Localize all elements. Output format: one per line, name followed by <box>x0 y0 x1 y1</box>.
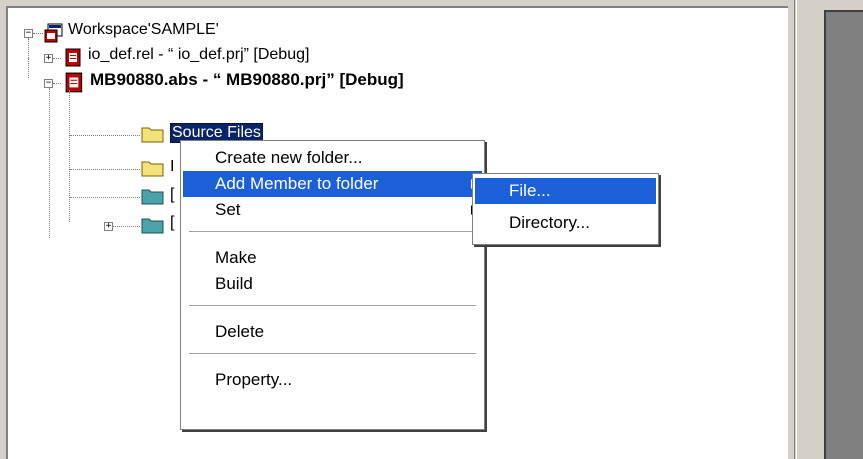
workspace-icon <box>44 23 63 43</box>
menu-separator <box>189 305 476 306</box>
project-mb90880-label[interactable]: MB90880.abs - “ MB90880.prj” [Debug] <box>90 70 404 90</box>
workspace-label[interactable]: Workspace'SAMPLE' <box>68 21 219 39</box>
submenu: File... Directory... <box>472 173 659 245</box>
folder-icon <box>141 189 164 205</box>
menu-item-build[interactable]: Build <box>183 271 482 297</box>
menu-separator <box>189 231 476 232</box>
expand-toggle[interactable]: + <box>44 54 53 63</box>
submenu-item-directory[interactable]: Directory... <box>475 210 656 236</box>
context-menu: Create new folder... Add Member to folde… <box>180 140 485 430</box>
pane-splitter[interactable] <box>788 0 816 459</box>
folder-icon <box>141 161 164 177</box>
project-icon <box>65 48 81 67</box>
menu-item-make[interactable]: Make <box>183 245 482 271</box>
submenu-item-file[interactable]: File... <box>475 178 656 204</box>
menu-separator <box>189 353 476 354</box>
menu-item-property[interactable]: Property... <box>183 367 482 393</box>
right-pane <box>816 0 863 459</box>
menu-item-delete[interactable]: Delete <box>183 319 482 345</box>
folder-include-label[interactable]: I <box>170 158 174 176</box>
menu-item-add-member-to-folder[interactable]: Add Member to folder <box>183 171 482 197</box>
folder-4-label[interactable]: [ <box>170 214 174 232</box>
folder-icon <box>141 127 164 143</box>
menu-item-set[interactable]: Set <box>183 197 482 223</box>
project-icon <box>65 72 83 93</box>
menu-item-create-new-folder[interactable]: Create new folder... <box>183 145 482 171</box>
collapse-toggle[interactable]: − <box>44 79 53 88</box>
expand-toggle[interactable]: + <box>104 222 113 231</box>
folder-3-label[interactable]: [ <box>170 186 174 204</box>
collapse-toggle[interactable]: − <box>24 29 33 38</box>
folder-icon <box>141 218 164 234</box>
project-io-def-label[interactable]: io_def.rel - “ io_def.prj” [Debug] <box>88 46 309 64</box>
